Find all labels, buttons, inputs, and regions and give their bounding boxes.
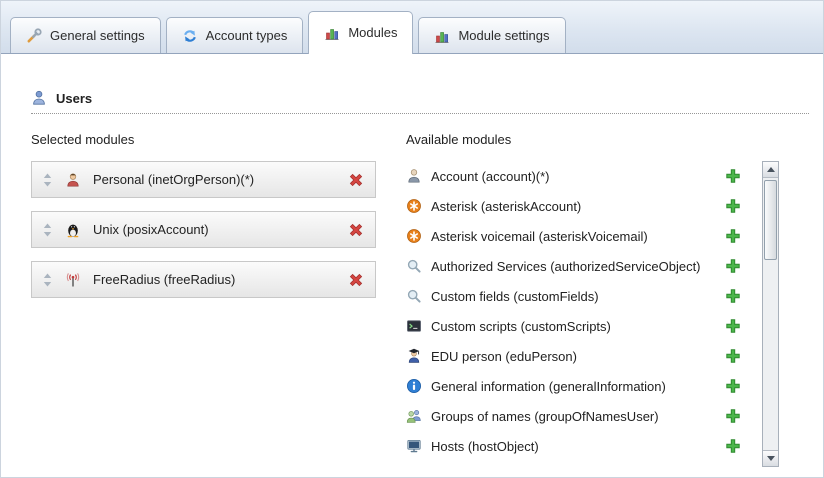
module-label: Custom fields (customFields) xyxy=(431,289,599,304)
sync-icon xyxy=(182,28,198,44)
drag-handle-icon[interactable] xyxy=(43,273,52,287)
asterisk-icon xyxy=(406,228,422,244)
arrow-up-icon xyxy=(767,167,775,172)
tab-general-settings[interactable]: General settings xyxy=(10,17,161,53)
scrollbar[interactable] xyxy=(762,161,779,467)
user-icon xyxy=(31,90,47,106)
lam-configuration-page: General settings Account types Modules M… xyxy=(0,0,824,478)
add-icon[interactable] xyxy=(725,258,741,274)
available-module-row: General information (generalInformation) xyxy=(406,371,755,401)
host-icon xyxy=(406,438,422,454)
module-label: EDU person (eduPerson) xyxy=(431,349,577,364)
tab-label: Account types xyxy=(206,28,288,43)
available-module-row: Asterisk voicemail (asteriskVoicemail) xyxy=(406,221,755,251)
scroll-up-button[interactable] xyxy=(763,162,778,178)
account-icon xyxy=(406,168,422,184)
selected-module-row: FreeRadius (freeRadius) xyxy=(31,261,376,298)
unix-penguin-icon xyxy=(65,222,81,238)
scrollbar-track[interactable] xyxy=(763,178,778,450)
drag-handle-icon[interactable] xyxy=(43,173,52,187)
available-module-row: Groups of names (groupOfNamesUser) xyxy=(406,401,755,431)
asterisk-icon xyxy=(406,198,422,214)
available-module-row: EDU person (eduPerson) xyxy=(406,341,755,371)
available-modules-heading: Available modules xyxy=(406,132,779,147)
delete-icon[interactable] xyxy=(348,172,364,188)
tab-label: Modules xyxy=(348,25,397,40)
users-section-heading: Users xyxy=(31,90,809,114)
bar-chart-icon xyxy=(324,25,340,41)
selected-module-row: Unix (posixAccount) xyxy=(31,211,376,248)
edu-person-icon xyxy=(406,348,422,364)
tab-module-settings[interactable]: Module settings xyxy=(418,17,565,53)
available-module-row: Authorized Services (authorizedServiceOb… xyxy=(406,251,755,281)
selected-modules-column: Selected modules Personal (inetOrgPerson… xyxy=(31,132,376,467)
delete-icon[interactable] xyxy=(348,272,364,288)
module-label: Personal (inetOrgPerson)(*) xyxy=(93,172,254,187)
delete-icon[interactable] xyxy=(348,222,364,238)
scrollbar-thumb[interactable] xyxy=(764,180,777,260)
magnifier-icon xyxy=(406,258,422,274)
tab-modules[interactable]: Modules xyxy=(308,11,413,54)
tab-account-types[interactable]: Account types xyxy=(166,17,304,53)
magnifier-icon xyxy=(406,288,422,304)
info-icon xyxy=(406,378,422,394)
available-modules-column: Available modules Account (account)(*) A… xyxy=(406,132,779,467)
module-label: Authorized Services (authorizedServiceOb… xyxy=(431,259,701,274)
available-module-row: Asterisk (asteriskAccount) xyxy=(406,191,755,221)
add-icon[interactable] xyxy=(725,288,741,304)
module-label: Account (account)(*) xyxy=(431,169,550,184)
add-icon[interactable] xyxy=(725,408,741,424)
scroll-down-button[interactable] xyxy=(763,450,778,466)
available-module-row: Custom scripts (customScripts) xyxy=(406,311,755,341)
add-icon[interactable] xyxy=(725,318,741,334)
bar-chart-icon xyxy=(434,28,450,44)
module-label: Asterisk voicemail (asteriskVoicemail) xyxy=(431,229,648,244)
module-label: FreeRadius (freeRadius) xyxy=(93,272,235,287)
wrench-icon xyxy=(26,28,42,44)
module-label: General information (generalInformation) xyxy=(431,379,666,394)
available-modules-list: Account (account)(*) Asterisk (asteriskA… xyxy=(406,161,755,461)
modules-columns: Selected modules Personal (inetOrgPerson… xyxy=(31,132,823,467)
personal-module-icon xyxy=(65,172,81,188)
module-label: Unix (posixAccount) xyxy=(93,222,209,237)
add-icon[interactable] xyxy=(725,198,741,214)
available-module-row: Custom fields (customFields) xyxy=(406,281,755,311)
antenna-icon xyxy=(65,272,81,288)
drag-handle-icon[interactable] xyxy=(43,223,52,237)
selected-modules-heading: Selected modules xyxy=(31,132,376,147)
add-icon[interactable] xyxy=(725,228,741,244)
section-title: Users xyxy=(56,91,92,106)
tab-bar: General settings Account types Modules M… xyxy=(1,1,823,54)
terminal-icon xyxy=(406,318,422,334)
available-module-row: Account (account)(*) xyxy=(406,161,755,191)
tab-label: Module settings xyxy=(458,28,549,43)
add-icon[interactable] xyxy=(725,438,741,454)
module-label: Asterisk (asteriskAccount) xyxy=(431,199,581,214)
module-label: Custom scripts (customScripts) xyxy=(431,319,611,334)
add-icon[interactable] xyxy=(725,348,741,364)
available-module-row: Hosts (hostObject) xyxy=(406,431,755,461)
module-label: Groups of names (groupOfNamesUser) xyxy=(431,409,659,424)
add-icon[interactable] xyxy=(725,378,741,394)
add-icon[interactable] xyxy=(725,168,741,184)
group-icon xyxy=(406,408,422,424)
available-modules-list-wrap: Account (account)(*) Asterisk (asteriskA… xyxy=(406,161,779,467)
selected-module-row: Personal (inetOrgPerson)(*) xyxy=(31,161,376,198)
module-label: Hosts (hostObject) xyxy=(431,439,539,454)
tab-label: General settings xyxy=(50,28,145,43)
arrow-down-icon xyxy=(767,456,775,461)
